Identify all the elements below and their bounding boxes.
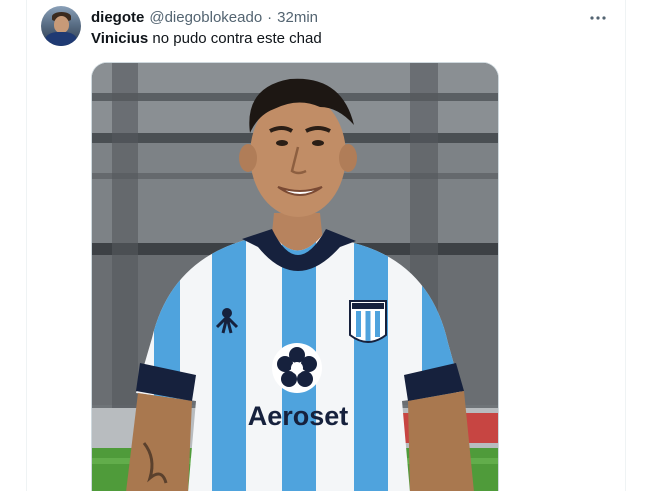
tweet-text-bold: Vinicius xyxy=(91,30,149,47)
avatar-body xyxy=(45,32,77,46)
more-options-button[interactable] xyxy=(586,6,610,30)
more-horizontal-icon xyxy=(590,16,606,20)
tweet-photo[interactable]: Aeroset xyxy=(91,62,499,491)
avatar-face xyxy=(54,16,69,33)
football-player-photo: Aeroset xyxy=(92,63,498,491)
sponsor-emblem xyxy=(272,343,322,393)
shirt-sponsor-text: Aeroset xyxy=(248,401,349,431)
header-separator: · xyxy=(267,9,273,26)
club-crest xyxy=(349,300,387,343)
tweet-header: diegote @diegoblokeado · 32min xyxy=(91,8,318,28)
tweet-text-rest: no pudo contra este chad xyxy=(148,30,322,47)
user-handle[interactable]: @diegoblokeado xyxy=(149,8,262,28)
user-avatar[interactable] xyxy=(41,6,81,46)
tweet-text: Vinicius no pudo contra este chad xyxy=(91,29,591,49)
tweet-timestamp[interactable]: 32min xyxy=(277,8,318,28)
display-name[interactable]: diegote xyxy=(91,8,144,28)
timeline-page: diegote @diegoblokeado · 32min Vinicius … xyxy=(0,0,646,491)
